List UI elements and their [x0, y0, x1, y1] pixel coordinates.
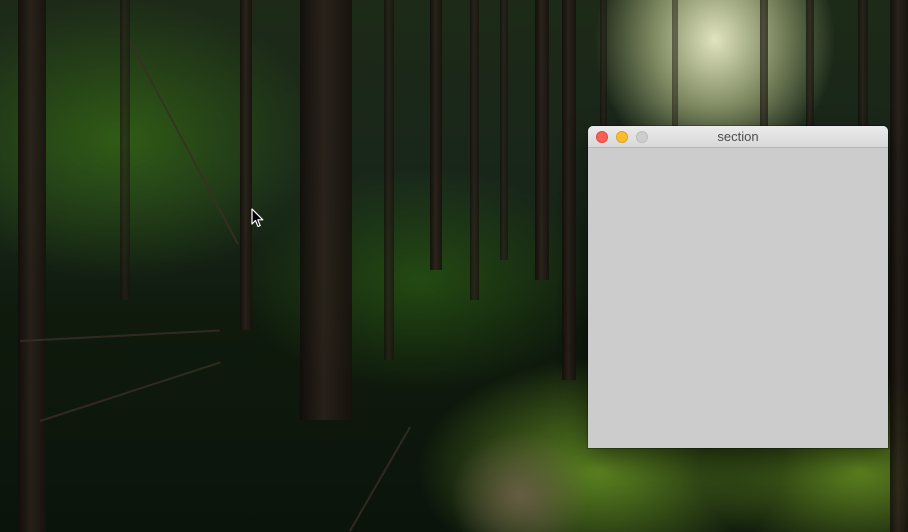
tree-trunk — [535, 0, 549, 280]
tree-trunk — [760, 0, 768, 130]
branch — [19, 329, 220, 342]
tree-trunk — [858, 0, 868, 130]
forest-path — [450, 430, 590, 532]
tree-trunk — [300, 0, 352, 420]
tree-trunk — [240, 0, 252, 330]
branch — [39, 361, 222, 422]
arrow-cursor-icon — [251, 208, 264, 228]
tree-trunk — [500, 0, 508, 260]
tree-trunk — [430, 0, 442, 270]
branch — [129, 40, 239, 245]
tree-trunk — [120, 0, 130, 300]
tree-trunk — [890, 0, 908, 532]
window-title: section — [717, 129, 759, 144]
tree-trunk — [384, 0, 394, 360]
window-content — [588, 148, 888, 448]
tree-trunk — [562, 0, 576, 380]
tree-trunk — [470, 0, 479, 300]
tree-trunk — [600, 0, 607, 130]
tree-trunk — [672, 0, 678, 130]
app-window[interactable]: section — [588, 126, 888, 448]
branch — [349, 426, 411, 532]
tree-trunk — [18, 0, 46, 532]
tree-trunk — [806, 0, 814, 130]
window-titlebar[interactable]: section — [588, 126, 888, 148]
